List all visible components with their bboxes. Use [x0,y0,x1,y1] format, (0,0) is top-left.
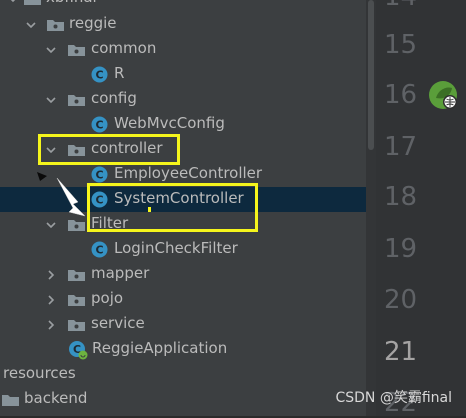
tree-row-common[interactable]: common [0,37,366,62]
tree-row-r[interactable]: C R [0,62,366,87]
line-number: 14 [384,0,424,12]
line-number: 15 [384,30,418,60]
tree-label: EmployeeController [114,164,263,182]
tree-label: controller [91,139,163,157]
line-number: 18 [384,182,418,212]
tree-row-config[interactable]: config [0,87,366,112]
tree-label: pojo [91,289,124,307]
watermark: CSDN @笑霸final [335,390,452,406]
tree-row-logincheckfilter[interactable]: C LoginCheckFilter [0,237,366,262]
chevron-right-icon[interactable] [46,270,56,280]
text-caret [148,207,151,212]
spring-bean-gutter-icon[interactable] [428,80,462,114]
package-folder-icon [68,295,85,306]
chevron-down-icon[interactable] [26,20,36,30]
package-folder-icon [68,145,85,156]
svg-text:C: C [95,69,103,82]
tree-row-service[interactable]: service [0,312,366,337]
svg-text:C: C [95,169,103,182]
tree-row-xbfinal[interactable]: xbfinal [0,0,366,11]
chevron-right-icon[interactable] [46,320,56,330]
line-number: 16 [384,80,418,110]
annotation-arrow-icon [37,172,86,217]
tree-row-webmvcconfig[interactable]: C WebMvcConfig [0,112,366,137]
tree-row-backend[interactable]: backend [0,387,366,412]
tree-label: common [91,39,157,57]
tree-row-controller[interactable]: controller [0,137,366,162]
svg-text:C: C [95,244,103,257]
package-folder-icon [68,270,85,281]
tree-label: reggie [69,14,117,32]
tree-label: resources [3,364,76,382]
line-number: 20 [384,285,418,315]
line-number-current: 21 [384,337,418,367]
tree-row-mapper[interactable]: mapper [0,262,366,287]
java-class-icon: C [91,116,108,133]
package-folder-icon [68,95,85,106]
svg-text:C: C [95,119,103,132]
spring-boot-class-icon: C [69,341,88,360]
tree-label: xbfinal [46,0,97,6]
package-folder-icon [68,45,85,56]
chevron-down-icon[interactable] [46,45,56,55]
tree-label: SystemController [114,189,244,207]
tree-label: WebMvcConfig [114,114,225,132]
folder-icon [2,395,19,406]
java-class-icon: C [91,241,108,258]
tree-label: backend [24,389,88,407]
tree-label: Filter [91,214,129,232]
tree-label: LoginCheckFilter [114,239,238,257]
package-folder-icon [68,320,85,331]
chevron-down-icon[interactable] [8,0,18,4]
tree-row-pojo[interactable]: pojo [0,287,366,312]
tree-label: R [114,64,125,82]
tree-label: mapper [91,264,150,282]
package-folder-icon [47,20,64,31]
line-number: 17 [384,132,418,162]
tree-row-reggie[interactable]: reggie [0,12,366,37]
tree-row-reggieapplication[interactable]: C ReggieApplication [0,337,366,362]
line-number: 19 [384,234,418,264]
tree-label: ReggieApplication [92,339,228,357]
java-class-icon: C [91,66,108,83]
tree-label: service [91,314,145,332]
chevron-down-icon[interactable] [46,145,56,155]
tree-label: config [91,89,137,107]
chevron-right-icon[interactable] [46,295,56,305]
folder-icon [24,0,41,5]
chevron-down-icon[interactable] [46,95,56,105]
svg-text:C: C [95,194,103,207]
scrollbar-thumb[interactable] [368,0,374,150]
tree-row-resources[interactable]: resources [0,362,366,387]
